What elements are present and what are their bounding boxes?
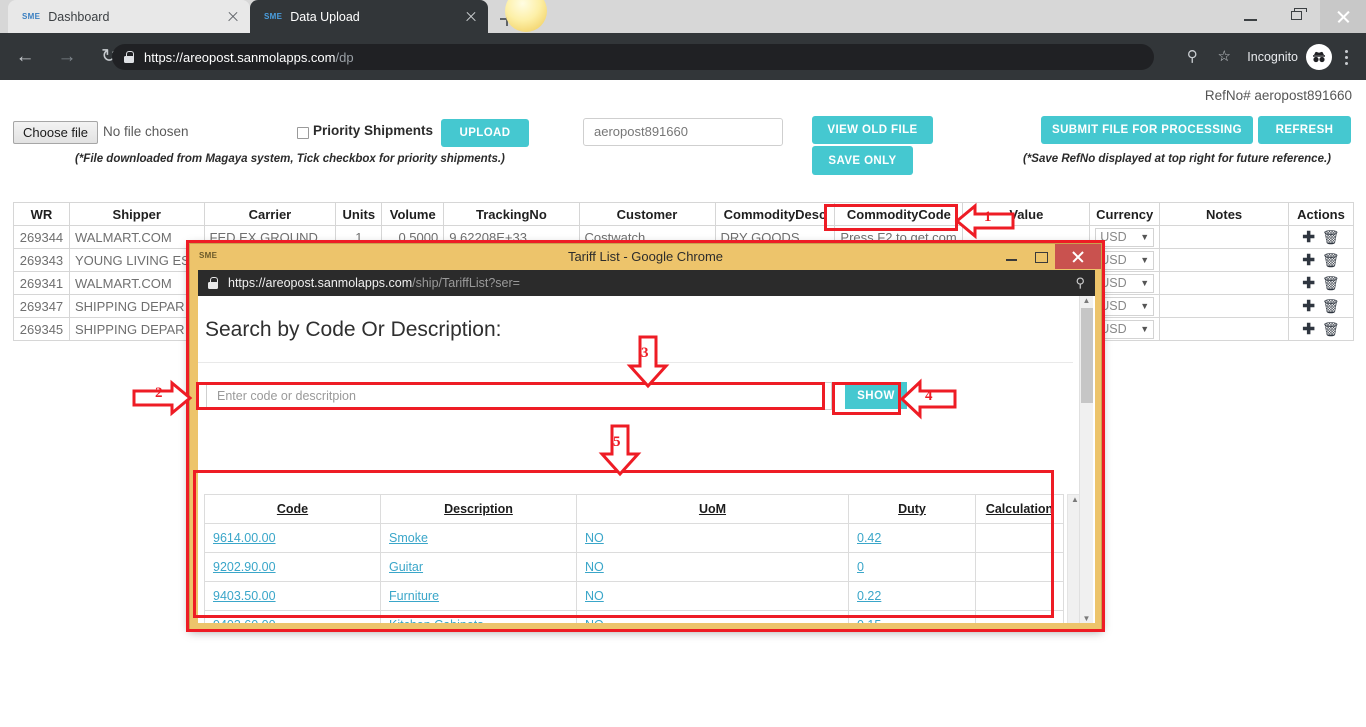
url-path: /dp (335, 49, 354, 65)
window-minimize-button[interactable] (1228, 0, 1274, 33)
annotation-box-show-button (832, 382, 901, 415)
upload-button[interactable]: UPLOAD (441, 119, 529, 147)
col-actions: Actions (1288, 202, 1354, 226)
delete-row-icon[interactable]: 🗑 (1322, 299, 1340, 313)
cell-shipper: YOUNG LIVING ESS (68, 248, 205, 272)
view-old-file-button[interactable]: VIEW OLD FILE (812, 116, 933, 144)
add-row-icon[interactable]: ✚ (1302, 230, 1315, 245)
omnibox-actions: ⚲ ☆ Incognito (1177, 44, 1358, 70)
forward-icon[interactable]: → (50, 40, 84, 74)
delete-row-icon[interactable]: 🗑 (1322, 253, 1340, 267)
col-notes: Notes (1159, 202, 1289, 226)
cell-actions: ✚ 🗑 (1288, 317, 1354, 341)
submit-file-button[interactable]: SUBMIT FILE FOR PROCESSING (1041, 116, 1253, 144)
col-wr: WR (13, 202, 70, 226)
cell-notes[interactable] (1159, 294, 1289, 318)
annotation-box-tariff-rows (193, 470, 1054, 618)
annotation-number-1: 1 (984, 209, 992, 225)
cell-actions: ✚ 🗑 (1288, 225, 1354, 249)
annotation-number-3: 3 (641, 345, 649, 361)
browser-tab-strip: SME Dashboard SME Data Upload (0, 0, 1366, 33)
cell-notes[interactable] (1159, 317, 1289, 341)
cell-actions: ✚ 🗑 (1288, 271, 1354, 295)
col-customer: Customer (578, 202, 716, 226)
cell-shipper: SHIPPING DEPAR (68, 294, 205, 318)
add-row-icon[interactable]: ✚ (1302, 253, 1315, 268)
cell-shipper: WALMART.COM (68, 271, 205, 295)
add-row-icon[interactable]: ✚ (1302, 299, 1315, 314)
close-icon[interactable] (226, 10, 240, 24)
col-units: Units (335, 202, 383, 226)
refresh-button[interactable]: REFRESH (1258, 116, 1351, 144)
col-currency: Currency (1089, 202, 1161, 226)
close-icon[interactable] (464, 10, 478, 24)
annotation-number-2: 2 (155, 385, 163, 401)
annotation-number-5: 5 (613, 434, 621, 450)
cell-notes[interactable] (1159, 225, 1289, 249)
cell-shipper: SHIPPING DEPAR (68, 317, 205, 341)
tab-title: Data Upload (290, 9, 360, 24)
col-commoditydesc: CommodityDesc (714, 202, 836, 226)
tab-favicon: SME (264, 12, 283, 21)
chevron-down-icon: ▼ (1140, 232, 1150, 242)
priority-shipments-checkbox[interactable] (297, 127, 309, 139)
browser-tab-dashboard[interactable]: SME Dashboard (8, 0, 250, 33)
file-status-text: No file chosen (103, 124, 189, 139)
refno-display: RefNo# aeropost891660 (1204, 88, 1352, 103)
cell-actions: ✚ 🗑 (1288, 294, 1354, 318)
annotation-box-commodity-code (824, 204, 958, 231)
upload-toolbar: Choose file No file chosen Priority Ship… (0, 113, 1366, 175)
add-row-icon[interactable]: ✚ (1302, 322, 1315, 337)
url-text: https://areopost.sanmolapps.com (144, 49, 336, 65)
refno-input[interactable]: aeropost891660 (583, 118, 783, 146)
cell-wr: 269345 (13, 317, 70, 341)
tab-favicon: SME (22, 12, 41, 21)
screenshot-root: SME Dashboard SME Data Upload ← → ↻ http… (0, 0, 1366, 727)
priority-shipments-label: Priority Shipments (313, 123, 434, 138)
window-close-button[interactable] (1320, 0, 1366, 33)
back-icon[interactable]: ← (8, 40, 42, 74)
browser-tab-data-upload[interactable]: SME Data Upload (250, 0, 488, 33)
incognito-avatar-icon[interactable] (1306, 44, 1332, 70)
search-icon[interactable]: ⚲ (1177, 44, 1207, 70)
annotation-number-4: 4 (925, 388, 933, 404)
col-trackingno: TrackingNo (443, 202, 580, 226)
cell-notes[interactable] (1159, 271, 1289, 295)
cell-shipper: WALMART.COM (68, 225, 205, 249)
upload-note-right: (*Save RefNo displayed at top right for … (1023, 153, 1332, 165)
annotation-box-search-input (196, 382, 825, 410)
cell-wr: 269344 (13, 225, 70, 249)
lock-icon (124, 51, 134, 63)
chevron-down-icon: ▼ (1140, 301, 1150, 311)
cell-wr: 269341 (13, 271, 70, 295)
col-volume: Volume (381, 202, 445, 226)
cell-wr: 269347 (13, 294, 70, 318)
window-maximize-button[interactable] (1274, 0, 1320, 33)
incognito-label: Incognito (1247, 50, 1298, 64)
table-header-row: WR Shipper Carrier Units Volume Tracking… (13, 202, 1354, 226)
upload-note-left: (*File downloaded from Magaya system, Ti… (75, 153, 505, 165)
chrome-menu-icon[interactable] (1334, 44, 1358, 70)
delete-row-icon[interactable]: 🗑 (1322, 276, 1340, 290)
cell-notes[interactable] (1159, 248, 1289, 272)
choose-file-button[interactable]: Choose file (13, 121, 99, 144)
window-controls (1228, 0, 1366, 33)
bookmark-star-icon[interactable]: ☆ (1209, 44, 1239, 70)
cell-actions: ✚ 🗑 (1288, 248, 1354, 272)
add-row-icon[interactable]: ✚ (1302, 276, 1315, 291)
delete-row-icon[interactable]: 🗑 (1322, 230, 1340, 244)
save-only-button[interactable]: SAVE ONLY (812, 146, 913, 175)
address-bar[interactable]: https://areopost.sanmolapps.com/dp (112, 44, 1154, 70)
chevron-down-icon: ▼ (1140, 255, 1150, 265)
chevron-down-icon: ▼ (1140, 278, 1150, 288)
col-shipper: Shipper (68, 202, 205, 226)
delete-row-icon[interactable]: 🗑 (1322, 322, 1340, 336)
col-carrier: Carrier (203, 202, 337, 226)
chevron-down-icon: ▼ (1140, 324, 1150, 334)
cell-wr: 269343 (13, 248, 70, 272)
tab-title: Dashboard (48, 9, 110, 24)
